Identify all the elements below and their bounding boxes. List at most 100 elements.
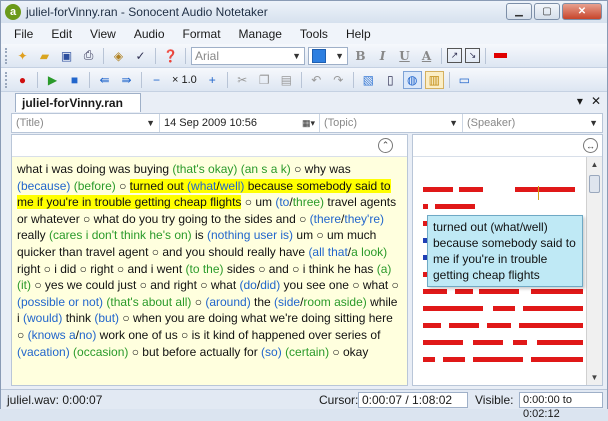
title-field[interactable]: (Title) ▼: [12, 114, 160, 132]
audio-chunk[interactable]: [423, 357, 435, 362]
highlight-bar-icon[interactable]: [491, 47, 510, 65]
copy-icon[interactable]: ❐: [255, 71, 274, 89]
timeline-scrollbar[interactable]: ▲ ▼: [586, 157, 602, 385]
play-icon[interactable]: ▶: [43, 71, 62, 89]
chevron-down-icon: ▼: [146, 118, 155, 128]
audio-chunk[interactable]: [435, 204, 475, 209]
paste-icon[interactable]: ▤: [277, 71, 296, 89]
export-icon[interactable]: ◈: [109, 47, 128, 65]
menu-format[interactable]: Format: [174, 27, 230, 41]
fullscreen-icon[interactable]: ▭: [455, 71, 474, 89]
stop-icon[interactable]: ■: [65, 71, 84, 89]
scroll-down-icon[interactable]: ▼: [587, 370, 602, 385]
font-name-combo[interactable]: Arial ▼: [191, 46, 305, 65]
audio-chunk[interactable]: [523, 306, 583, 311]
maximize-button[interactable]: ▢: [534, 3, 560, 20]
calendar-icon[interactable]: ▦▾: [302, 118, 315, 129]
transcript-run: think: [62, 311, 95, 326]
bold-button[interactable]: B: [351, 47, 370, 65]
transcript-run: ○ but before actually for: [128, 344, 262, 359]
style-icon[interactable]: ↗: [447, 48, 462, 63]
menu-manage[interactable]: Manage: [230, 27, 291, 41]
print-icon[interactable]: ⎙: [79, 47, 98, 65]
underline-button[interactable]: U: [395, 47, 414, 65]
audio-chunk[interactable]: [531, 357, 583, 362]
audio-chunk[interactable]: [493, 306, 515, 311]
audio-chunk[interactable]: [473, 340, 503, 345]
alternative-word: (because): [17, 178, 71, 193]
menu-file[interactable]: File: [5, 27, 42, 41]
audio-chunk[interactable]: [455, 289, 473, 294]
audio-chunk[interactable]: [473, 357, 523, 362]
tab-document[interactable]: juliel-forVinny.ran: [15, 93, 141, 112]
tab-list-icon[interactable]: ▾: [577, 94, 583, 108]
expand-pane-icon[interactable]: ↔: [583, 138, 598, 153]
transcript-pane[interactable]: ⌃ what i was doing was buying (that's ok…: [11, 134, 408, 386]
slower-icon[interactable]: −: [147, 71, 166, 89]
split-view-icon[interactable]: ▥: [424, 70, 444, 89]
topic-field[interactable]: (Topic) ▼: [320, 114, 463, 132]
audio-view-icon[interactable]: ◍: [402, 70, 422, 89]
audio-chunk[interactable]: [537, 340, 583, 345]
font-color-button[interactable]: A: [417, 47, 436, 65]
redo-icon[interactable]: ↷: [329, 71, 348, 89]
alternative-word: no): [78, 327, 97, 342]
speaker-field[interactable]: (Speaker) ▼: [463, 114, 602, 132]
minimize-button[interactable]: ▁: [506, 3, 532, 20]
help-icon[interactable]: ❓: [161, 47, 180, 65]
audio-chunk[interactable]: [423, 306, 483, 311]
audio-chunk[interactable]: [519, 323, 583, 328]
record-icon[interactable]: ●: [13, 71, 32, 89]
toolbar-grip[interactable]: [5, 47, 8, 64]
alternative-word: (a): [376, 261, 392, 276]
audio-chunk[interactable]: [459, 187, 483, 192]
audio-chunk[interactable]: [423, 289, 447, 294]
audio-chunk[interactable]: [531, 289, 583, 294]
audio-chunk[interactable]: [423, 323, 441, 328]
new-file-icon[interactable]: ✦: [13, 47, 32, 65]
close-button[interactable]: ✕: [562, 3, 602, 20]
highlighted-chunk-text: (what: [187, 178, 217, 193]
menu-help[interactable]: Help: [337, 27, 380, 41]
clear-style-icon[interactable]: ↘: [465, 48, 480, 63]
audio-chunk[interactable]: [487, 323, 511, 328]
menu-audio[interactable]: Audio: [125, 27, 174, 41]
menu-view[interactable]: View: [81, 27, 125, 41]
toolbar-grip[interactable]: [5, 71, 8, 88]
audio-chunk[interactable]: [423, 340, 463, 345]
faster-icon[interactable]: +: [203, 71, 222, 89]
undo-icon[interactable]: ↶: [307, 71, 326, 89]
audio-chunk[interactable]: [479, 289, 519, 294]
collapse-pane-icon[interactable]: ⌃: [378, 138, 393, 153]
alternative-word: they're): [344, 211, 385, 226]
title-bar: a juliel-forVinny.ran - Sonocent Audio N…: [1, 1, 607, 23]
menu-edit[interactable]: Edit: [42, 27, 81, 41]
fast-forward-icon[interactable]: ⇛: [117, 71, 136, 89]
audio-toolbar: ● ▶ ■ ⇚ ⇛ − × 1.0 + ✂ ❐ ▤ ↶ ↷ ▧ ▯ ◍ ▥ ▭: [1, 68, 607, 92]
close-tab-icon[interactable]: ✕: [591, 94, 601, 108]
open-folder-icon[interactable]: ▰: [35, 47, 54, 65]
date-field[interactable]: 14 Sep 2009 10:56 ▦▾: [160, 114, 320, 132]
cut-icon[interactable]: ✂: [233, 71, 252, 89]
audio-chunk[interactable]: [449, 323, 479, 328]
audio-chunk[interactable]: [515, 187, 575, 192]
window-title: juliel-forVinny.ran - Sonocent Audio Not…: [26, 5, 268, 19]
audio-chunk[interactable]: [423, 187, 453, 192]
italic-button[interactable]: I: [373, 47, 392, 65]
audio-chunk[interactable]: [423, 204, 428, 209]
image-icon[interactable]: ▧: [359, 71, 378, 89]
document-icon[interactable]: ▯: [381, 71, 400, 89]
document-tab-bar: juliel-forVinny.ran ▾ ✕: [1, 92, 607, 112]
rewind-icon[interactable]: ⇚: [95, 71, 114, 89]
save-icon[interactable]: ▣: [57, 47, 76, 65]
audio-chunk[interactable]: [513, 340, 527, 345]
transcript-run: ○: [115, 178, 130, 193]
audio-chunk[interactable]: [443, 357, 465, 362]
playback-cursor[interactable]: [538, 186, 539, 200]
menu-tools[interactable]: Tools: [291, 27, 337, 41]
scrollbar-thumb[interactable]: [589, 175, 600, 193]
scroll-up-icon[interactable]: ▲: [587, 157, 602, 172]
text-color-combo[interactable]: ▼: [308, 46, 348, 65]
transcript-text[interactable]: what i was doing was buying (that's okay…: [12, 157, 407, 360]
spellcheck-icon[interactable]: ✓: [131, 47, 150, 65]
